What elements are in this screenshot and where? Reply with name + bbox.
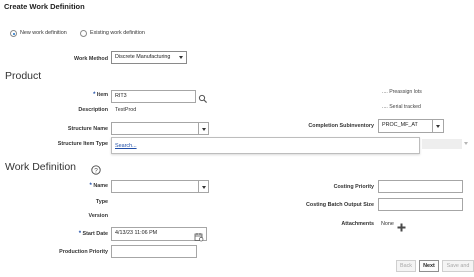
serial-tracked-indicator: .... Serial tracked [382,104,421,110]
work-method-value: Discrete Manufacturing [115,54,171,60]
chevron-down-icon [201,127,206,131]
required-indicator: * [93,92,96,98]
chevron-down-icon[interactable] [432,120,443,132]
attachments-label: Attachments [341,221,374,227]
type-label: Type [95,199,108,205]
start-date-input[interactable]: 4/13/23 11:06 PM [111,227,207,241]
description-label: Description [78,107,108,113]
structure-name-select[interactable] [111,122,209,135]
search-link[interactable]: Search... [115,143,137,149]
existing-work-definition-label[interactable]: Existing work definition [90,30,145,36]
chevron-down-icon [179,56,183,59]
required-indicator: * [89,183,92,189]
costing-priority-label: Costing Priority [333,184,374,190]
completion-subinventory-value: PROC_MF_AT [382,122,418,128]
completion-subinventory-select[interactable]: PROC_MF_AT [378,119,444,133]
new-work-definition-radio[interactable] [10,30,17,37]
calendar-icon[interactable] [194,229,204,242]
faded-field-strip [422,139,462,149]
next-button[interactable]: Next [419,260,439,272]
add-attachment-icon[interactable] [397,219,406,232]
new-work-definition-label[interactable]: New work definition [20,30,67,36]
production-priority-label: Production Priority [59,249,108,255]
production-priority-input[interactable] [111,245,197,258]
item-search-icon[interactable] [198,91,208,104]
attachments-value: None [381,221,394,227]
item-label: * Item [93,92,108,98]
start-date-label: * Start Date [78,231,108,237]
page-title: Create Work Definition [4,2,85,11]
work-method-label: Work Method [73,56,108,62]
faded-dropdown-arrow [464,142,468,145]
name-select[interactable] [111,180,209,193]
costing-priority-input[interactable] [378,180,463,193]
costing-batch-output-size-label: Costing Batch Output Size [306,202,374,208]
chevron-down-icon [201,185,206,189]
work-method-select[interactable]: Discrete Manufacturing [111,51,187,64]
existing-work-definition-radio[interactable] [80,30,87,37]
preassign-lots-indicator: .... Preassign lots [382,89,422,95]
svg-text:?: ? [94,167,98,174]
save-and-button[interactable]: Save and [442,260,474,272]
completion-subinventory-label: Completion Subinventory [308,123,374,129]
costing-batch-output-size-input[interactable] [378,198,463,211]
required-indicator: * [78,231,82,237]
structure-name-dropdown-button[interactable] [198,122,209,135]
name-dropdown-button[interactable] [198,180,209,193]
help-icon[interactable]: ? [91,162,101,175]
back-button[interactable]: Back [396,260,416,272]
structure-dropdown-popup: Search... [111,137,420,154]
description-value: TestProd [115,107,137,113]
structure-item-type-label: Structure Item Type [57,141,108,147]
structure-name-label: Structure Name [67,126,108,132]
item-input[interactable]: RIT3 [111,90,196,103]
work-definition-heading: Work Definition [5,161,76,173]
version-label: Version [88,213,108,219]
product-heading: Product [5,70,42,82]
name-label: * Name [89,183,108,189]
